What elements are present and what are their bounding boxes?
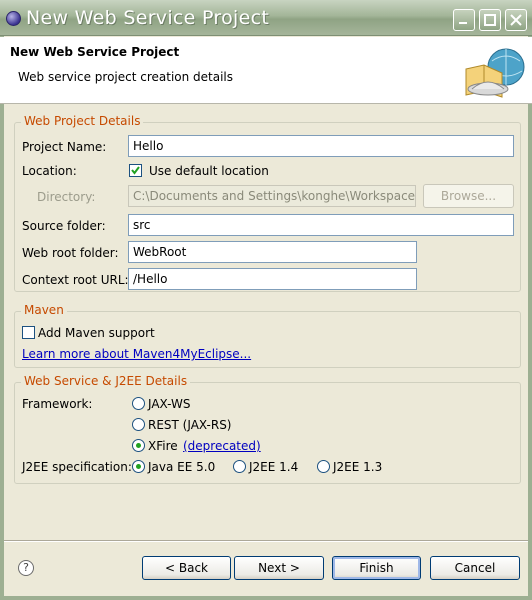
wizard-header: New Web Service Project Web service proj… bbox=[0, 37, 532, 104]
web-root-folder-label: Web root folder: bbox=[22, 246, 119, 260]
back-button[interactable]: < Back bbox=[142, 556, 231, 580]
close-icon bbox=[510, 14, 522, 26]
web-service-wizard-icon bbox=[465, 48, 525, 98]
minimize-icon bbox=[459, 22, 467, 24]
add-maven-support-label: Add Maven support bbox=[38, 326, 155, 340]
web-root-folder-input[interactable]: WebRoot bbox=[128, 241, 417, 263]
maven-learn-more-link[interactable]: Learn more about Maven4MyEclipse... bbox=[22, 347, 251, 361]
context-root-url-input[interactable]: /Hello bbox=[128, 268, 417, 290]
footer-separator bbox=[4, 540, 528, 542]
context-root-url-label: Context root URL: bbox=[22, 273, 129, 287]
group-legend: Web Service & J2EE Details bbox=[21, 374, 191, 388]
j2ee-javaee5-radio[interactable] bbox=[132, 460, 145, 473]
window-title: New Web Service Project bbox=[26, 7, 270, 29]
j2ee-14-radio[interactable] bbox=[233, 460, 246, 473]
j2ee-specification-label: J2EE specification: bbox=[22, 460, 132, 474]
help-icon[interactable]: ? bbox=[18, 560, 34, 576]
framework-xfire-label: XFire bbox=[148, 439, 178, 453]
framework-jaxws-label: JAX-WS bbox=[148, 397, 191, 411]
title-bar: New Web Service Project bbox=[0, 0, 532, 36]
window-frame-left bbox=[0, 36, 4, 600]
wizard-title: New Web Service Project bbox=[10, 45, 180, 59]
framework-label: Framework: bbox=[22, 397, 93, 411]
directory-label: Directory: bbox=[37, 190, 96, 204]
source-folder-input[interactable]: src bbox=[128, 214, 514, 236]
project-name-input[interactable]: Hello bbox=[128, 135, 514, 157]
project-name-label: Project Name: bbox=[22, 140, 107, 154]
xfire-deprecated-link[interactable]: (deprecated) bbox=[183, 439, 261, 453]
j2ee-javaee5-label: Java EE 5.0 bbox=[148, 460, 216, 474]
close-button[interactable] bbox=[505, 9, 527, 31]
next-button[interactable]: Next > bbox=[234, 556, 324, 580]
wizard-description: Web service project creation details bbox=[18, 70, 234, 84]
j2ee-14-label: J2EE 1.4 bbox=[249, 460, 299, 474]
eclipse-icon bbox=[6, 11, 21, 26]
window-frame-right bbox=[528, 36, 532, 600]
finish-button[interactable]: Finish bbox=[332, 556, 421, 580]
minimize-button[interactable] bbox=[453, 9, 475, 31]
maximize-icon bbox=[484, 14, 496, 26]
location-label: Location: bbox=[22, 164, 77, 178]
add-maven-support-checkbox[interactable] bbox=[22, 326, 35, 339]
use-default-location-label: Use default location bbox=[149, 164, 269, 178]
maximize-button[interactable] bbox=[479, 9, 501, 31]
group-legend: Maven bbox=[21, 303, 67, 317]
framework-rest-radio[interactable] bbox=[132, 418, 145, 431]
group-legend: Web Project Details bbox=[21, 114, 144, 128]
use-default-location-checkbox[interactable] bbox=[129, 164, 142, 177]
source-folder-label: Source folder: bbox=[22, 219, 106, 233]
window-frame-bottom bbox=[0, 596, 532, 600]
j2ee-13-radio[interactable] bbox=[317, 460, 330, 473]
framework-jaxws-radio[interactable] bbox=[132, 397, 145, 410]
cancel-button[interactable]: Cancel bbox=[430, 556, 520, 580]
checkmark-icon bbox=[131, 166, 140, 175]
browse-button[interactable]: Browse... bbox=[423, 184, 514, 208]
directory-input[interactable]: C:\Documents and Settings\konghe\Workspa… bbox=[128, 185, 416, 207]
j2ee-13-label: J2EE 1.3 bbox=[333, 460, 383, 474]
framework-xfire-radio[interactable] bbox=[132, 439, 145, 452]
framework-rest-label: REST (JAX-RS) bbox=[148, 418, 232, 432]
